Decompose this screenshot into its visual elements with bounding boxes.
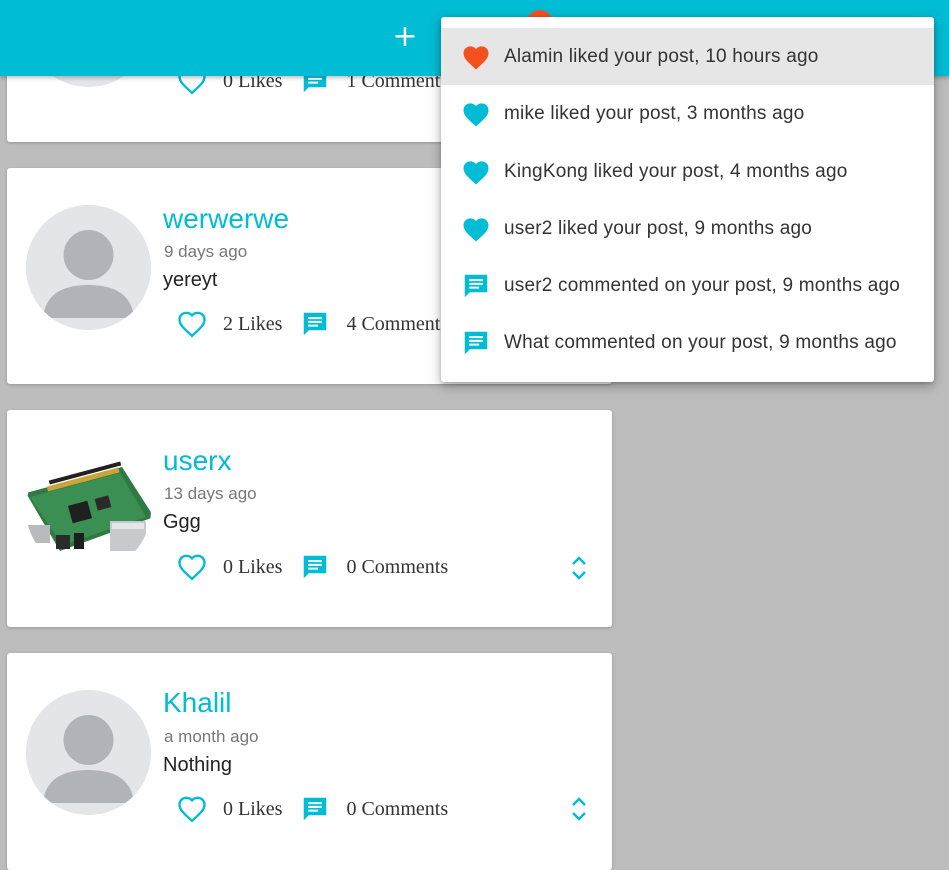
comment-icon[interactable]	[300, 794, 330, 824]
post-actions: 0 Likes 0 Comments	[177, 552, 597, 582]
notification-text: What commented on your post, 9 months ag…	[504, 331, 897, 353]
notification-text: mike liked your post, 3 months ago	[504, 102, 805, 124]
expand-collapse-icon[interactable]	[569, 553, 589, 583]
circuit-board-photo	[26, 447, 151, 572]
notification-text: KingKong liked your post, 4 months ago	[504, 160, 848, 182]
post-username[interactable]: userx	[163, 445, 231, 477]
post-username[interactable]: Khalil	[163, 687, 231, 719]
notification-item[interactable]: What commented on your post, 9 months ag…	[441, 314, 934, 371]
comment-count: 4 Comments	[346, 312, 449, 335]
notification-item[interactable]: mike liked your post, 3 months ago	[441, 85, 934, 142]
heart-icon	[463, 102, 489, 126]
post-card: userx 13 days ago Ggg 0 Likes 0 Comments	[7, 410, 612, 627]
comment-count: 0 Comments	[346, 797, 449, 820]
notification-text: Alamin liked your post, 10 hours ago	[504, 45, 819, 67]
notification-item[interactable]: Alamin liked your post, 10 hours ago	[441, 28, 934, 85]
post-timestamp: a month ago	[164, 727, 259, 746]
notification-item[interactable]: KingKong liked your post, 4 months ago	[441, 143, 934, 200]
like-count: 0 Likes	[223, 797, 283, 820]
post-text: Nothing	[163, 754, 232, 776]
heart-icon	[463, 160, 489, 184]
avatar[interactable]	[26, 205, 151, 330]
notification-item[interactable]: user2 commented on your post, 9 months a…	[441, 257, 934, 314]
notifications-dropdown: Alamin liked your post, 10 hours ago mik…	[441, 17, 934, 382]
like-count: 0 Likes	[223, 555, 283, 578]
post-text: Ggg	[163, 511, 201, 533]
comment-icon[interactable]	[300, 309, 330, 339]
expand-collapse-icon[interactable]	[569, 794, 589, 824]
heart-outline-icon[interactable]	[177, 310, 207, 338]
comment-icon[interactable]	[300, 552, 330, 582]
heart-outline-icon[interactable]	[177, 553, 207, 581]
post-actions: 0 Likes 0 Comments	[177, 794, 597, 824]
comment-icon	[464, 274, 488, 297]
comment-count: 0 Comments	[346, 555, 449, 578]
post-timestamp: 13 days ago	[164, 484, 257, 503]
heart-icon	[463, 45, 489, 69]
heart-icon	[463, 217, 489, 241]
add-post-button[interactable]: +	[389, 21, 421, 53]
notification-item[interactable]: user2 liked your post, 9 months ago	[441, 200, 934, 257]
post-timestamp: 9 days ago	[164, 242, 248, 261]
post-username[interactable]: werwerwe	[163, 203, 289, 235]
avatar[interactable]	[26, 447, 151, 572]
avatar[interactable]	[26, 690, 151, 815]
like-count: 2 Likes	[223, 312, 283, 335]
notification-text: user2 liked your post, 9 months ago	[504, 217, 813, 239]
notification-text: user2 commented on your post, 9 months a…	[504, 274, 901, 296]
comment-icon	[464, 331, 488, 354]
post-text: yereyt	[163, 269, 218, 291]
post-card: Khalil a month ago Nothing 0 Likes 0 Com…	[7, 653, 612, 870]
heart-outline-icon[interactable]	[177, 795, 207, 823]
